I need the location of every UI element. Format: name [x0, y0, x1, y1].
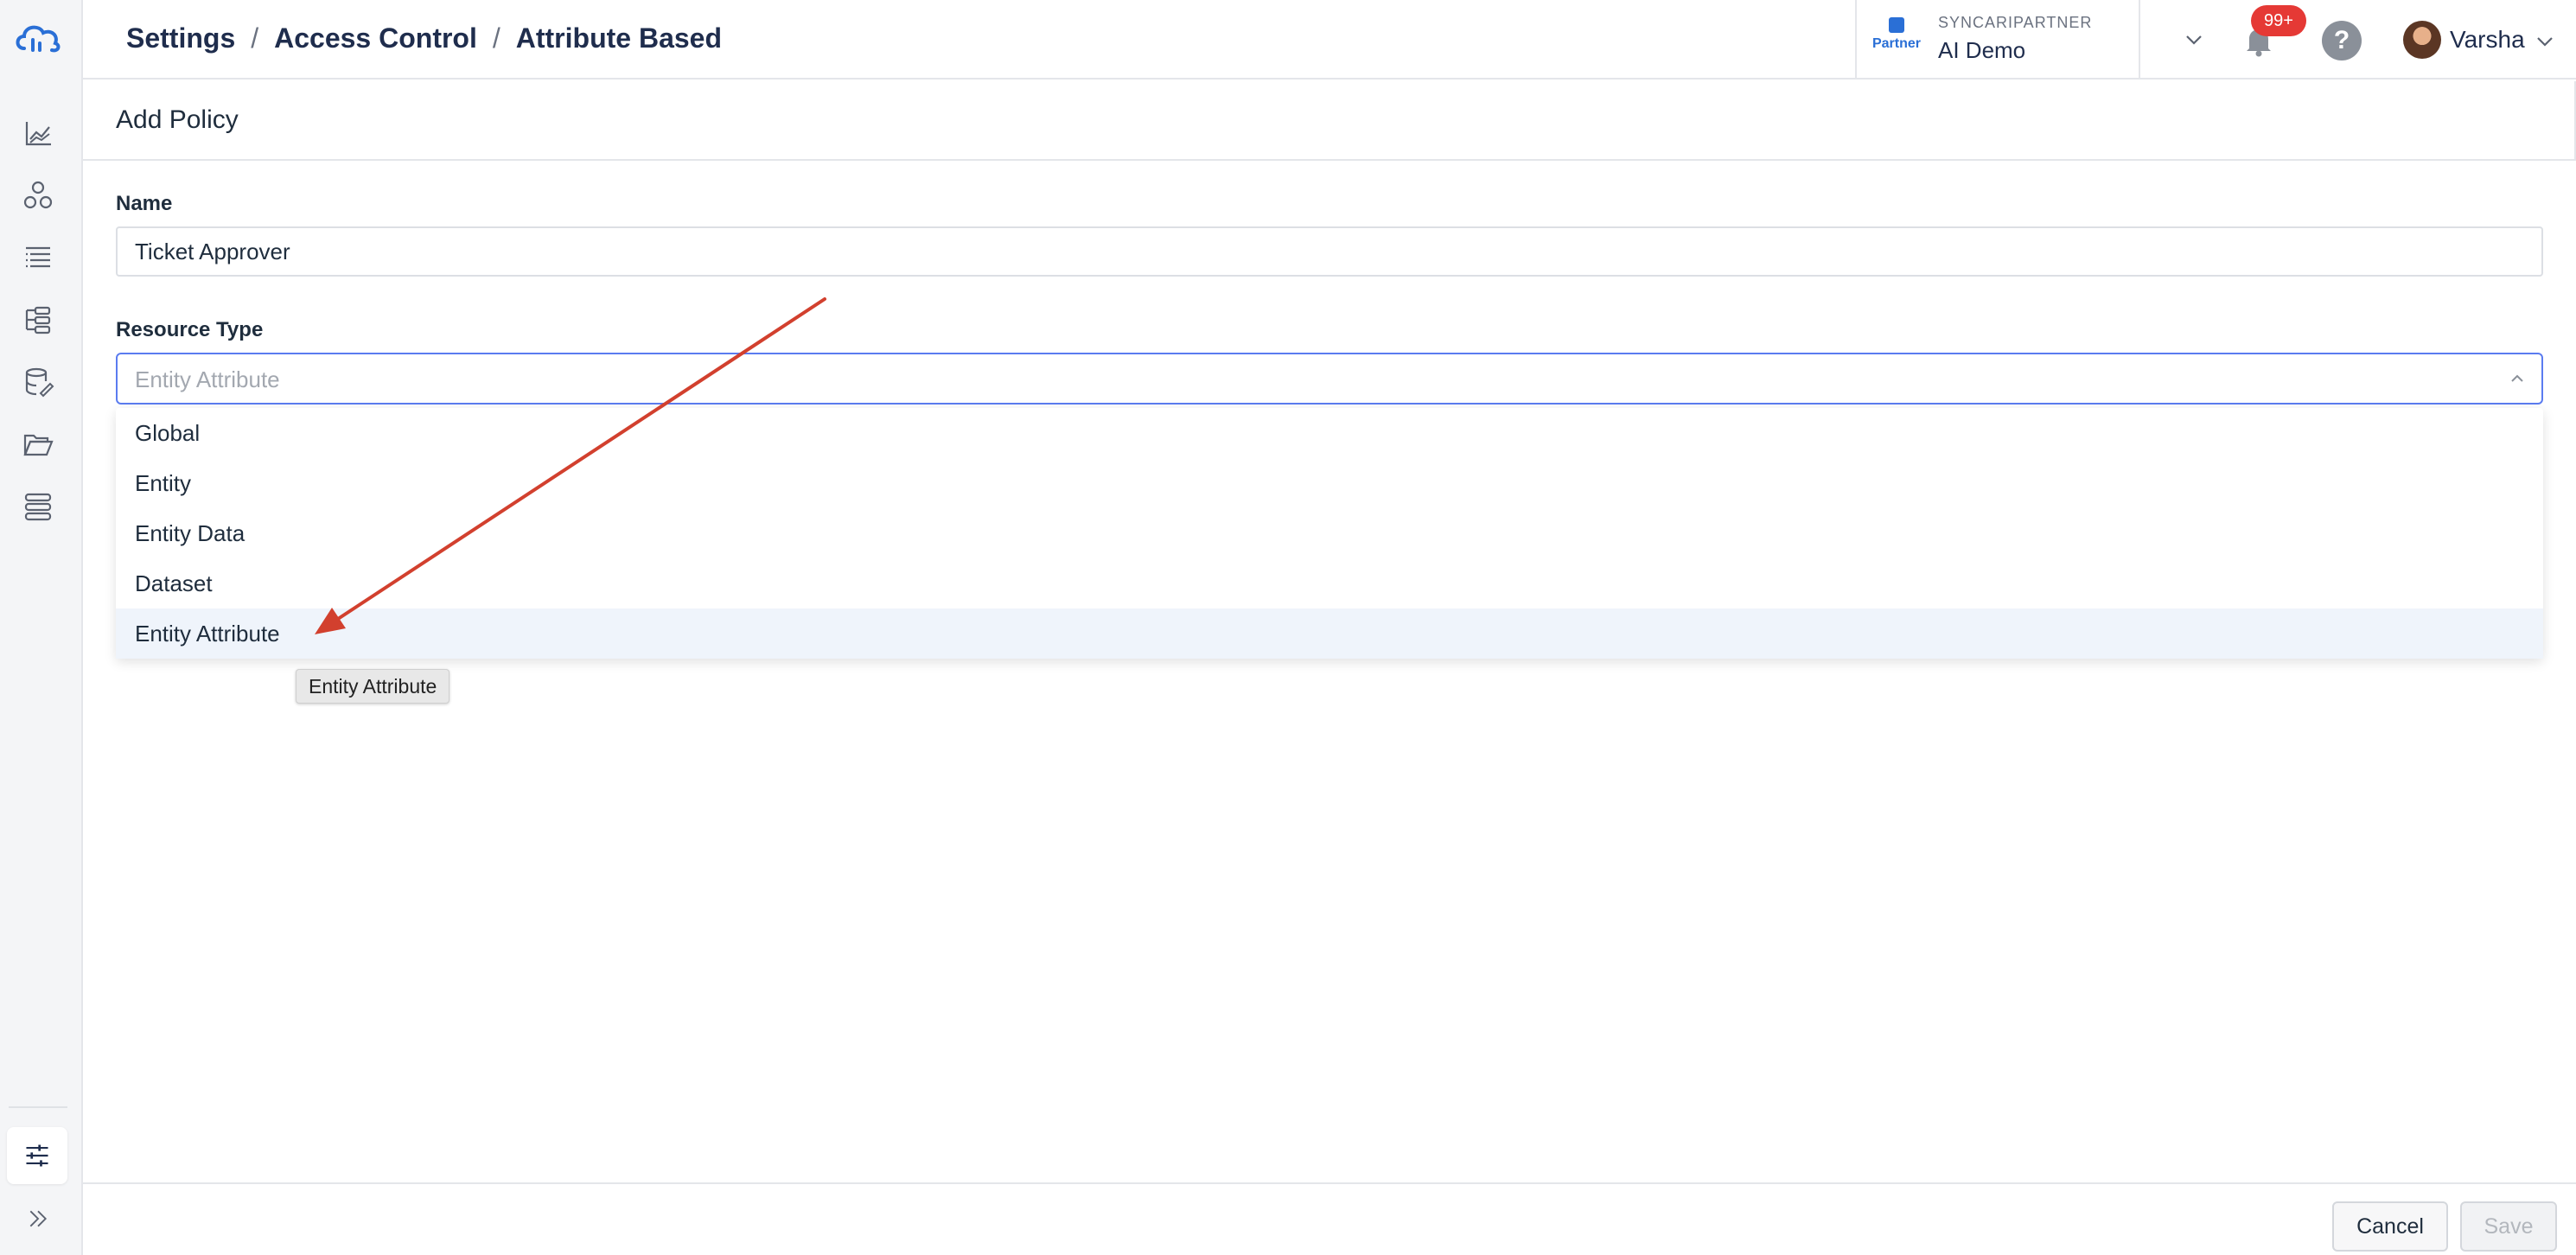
name-input[interactable] — [116, 226, 2543, 277]
expand-icon[interactable] — [19, 1200, 57, 1238]
breadcrumb: Settings / Access Control / Attribute Ba… — [126, 22, 722, 54]
breadcrumb-settings[interactable]: Settings — [126, 22, 235, 54]
sidebar — [0, 0, 83, 1255]
resource-type-label: Resource Type — [116, 318, 264, 341]
option-dataset[interactable]: Dataset — [116, 558, 2543, 608]
option-global[interactable]: Global — [116, 408, 2543, 458]
folder-icon[interactable] — [19, 425, 57, 463]
org-label: SYNCARIPARTNER — [1938, 14, 2093, 31]
database-icon[interactable] — [19, 363, 57, 401]
stack-icon[interactable] — [19, 487, 57, 526]
help-icon[interactable]: ? — [2322, 21, 2362, 61]
pipeline-icon[interactable] — [19, 301, 57, 339]
option-entity-data[interactable]: Entity Data — [116, 508, 2543, 558]
resource-type-select[interactable]: Entity Attribute — [116, 353, 2543, 405]
user-name[interactable]: Varsha — [2450, 26, 2525, 54]
org-switcher[interactable]: SYNCARIPARTNER AI Demo — [1938, 14, 2092, 64]
breadcrumb-attribute-based: Attribute Based — [515, 22, 722, 54]
entities-icon[interactable] — [19, 176, 57, 214]
dashboard-chart-icon[interactable] — [19, 114, 57, 152]
partner-icon — [1889, 17, 1904, 33]
org-chevron-down-icon[interactable] — [2182, 28, 2206, 52]
panel-title: Add Policy — [116, 105, 239, 134]
cancel-button[interactable]: Cancel — [2332, 1201, 2448, 1252]
chevron-up-icon[interactable] — [2507, 368, 2528, 389]
list-icon[interactable] — [19, 239, 57, 277]
panel-header: Add Policy — [83, 81, 2576, 161]
header-divider — [2139, 0, 2140, 80]
settings-sliders-icon[interactable] — [7, 1127, 67, 1184]
partner-badge: Partner — [1871, 17, 1922, 61]
resource-type-dropdown: Global Entity Entity Data Dataset Entity… — [116, 408, 2543, 659]
breadcrumb-separator: / — [251, 22, 259, 54]
app-logo-icon[interactable] — [12, 17, 64, 55]
avatar[interactable] — [2403, 21, 2441, 59]
resource-type-placeholder: Entity Attribute — [135, 366, 280, 392]
sidebar-divider — [9, 1106, 67, 1108]
partner-label: Partner — [1871, 36, 1922, 51]
save-button[interactable]: Save — [2460, 1201, 2557, 1252]
option-entity[interactable]: Entity — [116, 458, 2543, 508]
user-chevron-down-icon[interactable] — [2533, 29, 2557, 54]
org-name: AI Demo — [1938, 37, 2026, 63]
option-entity-attribute[interactable]: Entity Attribute — [116, 608, 2543, 659]
panel-footer: Cancel Save — [83, 1182, 2576, 1255]
option-tooltip: Entity Attribute — [296, 669, 450, 704]
header-divider — [1855, 0, 1857, 80]
name-label: Name — [116, 192, 173, 215]
notification-count-badge: 99+ — [2251, 5, 2306, 36]
breadcrumb-separator: / — [492, 22, 501, 54]
breadcrumb-access-control[interactable]: Access Control — [274, 22, 477, 54]
